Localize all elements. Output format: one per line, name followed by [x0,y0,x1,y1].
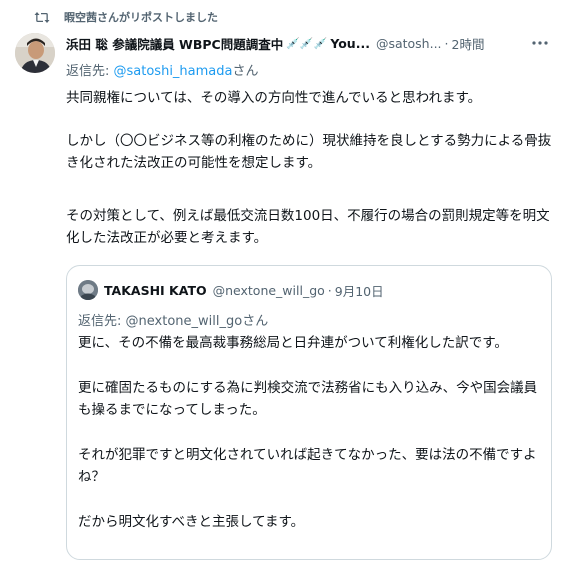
quoted-paragraph-1: 更に、その不備を最高裁事務総局と日弁連がついて利権化した訳です。 [78,335,508,351]
quoted-author-handle: @nextone_will_go [212,282,325,298]
separator-dot: · [327,282,332,298]
tweet-timestamp[interactable]: 2時間 [452,34,485,53]
repost-icon [34,10,52,24]
separator-dot: · [444,35,449,51]
quoted-paragraph-2: 更に確固たるものにする為に判検交流で法務省にも入り込み、今や国会議員も操るまでに… [78,380,538,418]
quoted-reply-handle: @nextone_will_go [125,314,243,329]
more-options-icon[interactable] [527,30,553,56]
author-name[interactable]: 浜田 聡 参議院議員 WBPC問題調査中 [66,34,283,53]
tweet-paragraph-1: 共同親権については、その導入の方向性で進んでいると思われます。 [66,90,482,106]
reply-suffix: さん [232,64,259,79]
quoted-reply-prefix: 返信先: [78,314,126,329]
quoted-paragraph-3: それが犯罪ですと明文化されていれば起きてなかった、要は法の不備ですよね？ [78,447,537,485]
tweet-paragraph-2: しかし（〇〇ビジネス等の利権のために）現状維持を良しとする勢力による骨抜き化され… [66,133,552,171]
quoted-tweet-card[interactable]: TAKASHI KATO @nextone_will_go · 9月10日 返信… [66,265,552,560]
reply-context: 返信先: @satoshi_hamadaさん [66,60,259,79]
quoted-tweet-header: TAKASHI KATO @nextone_will_go · 9月10日 [104,280,384,300]
reply-handle-link[interactable]: @satoshi_hamada [114,64,233,79]
syringe-emoji-icon: 💉💉💉 [286,36,328,50]
quoted-tweet-timestamp: 9月10日 [334,283,384,299]
reply-prefix: 返信先: [66,64,114,79]
author-handle[interactable]: @satosh... [376,36,442,51]
repost-label: 暇空茜さんがリポストしました [64,11,218,24]
tweet-header: 浜田 聡 参議院議員 WBPC問題調査中 💉💉💉 You... @satosh.… [66,33,526,53]
repost-indicator[interactable]: 暇空茜さんがリポストしました [34,7,218,27]
quoted-reply-context: 返信先: @nextone_will_goさん [78,310,268,329]
quoted-author-avatar [78,280,98,300]
quoted-paragraph-4: だから明文化すべきと主張してます。 [78,514,305,530]
author-name-tail[interactable]: You... [330,36,370,51]
author-avatar[interactable] [15,33,55,73]
quoted-reply-suffix: さん [242,314,269,329]
tweet-paragraph-3: その対策として、例えば最低交流日数100日、不履行の場合の罰則規定等を明文化した… [66,208,550,246]
quoted-author-name: TAKASHI KATO [104,282,207,298]
